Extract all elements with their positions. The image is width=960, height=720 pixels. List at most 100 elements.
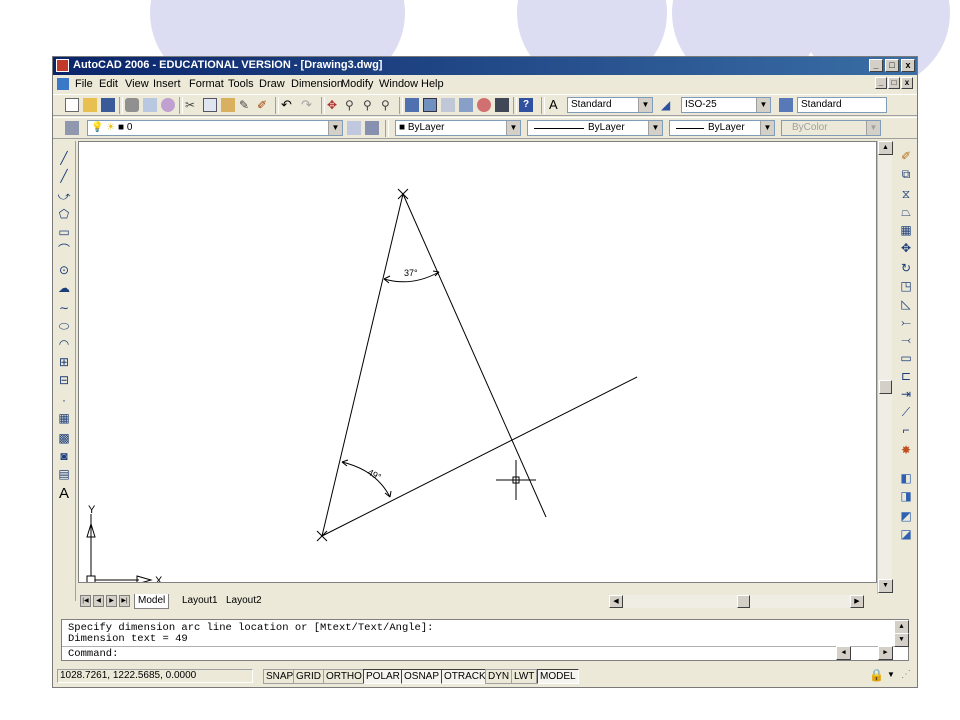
help-icon[interactable]: ? [519,98,533,112]
draworder-under-icon[interactable]: ◪ [897,525,915,543]
dim-style-select[interactable]: ISO-25 ▼ [681,97,771,113]
drawing-canvas[interactable]: 37° 49° Y X [78,141,877,583]
design-center-icon[interactable] [423,98,437,112]
tab-model[interactable]: Model [134,594,170,609]
maximize-button[interactable]: □ [885,59,899,72]
command-prompt[interactable]: Command: [68,648,118,660]
scroll-up-icon[interactable]: ▲ [878,141,893,155]
make-current-layer-icon[interactable] [347,121,361,135]
vertical-scroll-thumb[interactable] [879,380,892,394]
dim-style-icon[interactable]: ◢ [661,98,675,112]
scale-icon[interactable]: ◳ [897,277,915,295]
menu-window[interactable]: Window [379,78,418,90]
command-scroll-left-icon[interactable]: ◀ [836,646,851,660]
polygon-icon[interactable]: ⬠ [55,205,73,223]
menu-dimension[interactable]: Dimension [291,78,343,90]
stretch-icon[interactable]: ◺ [897,295,915,313]
sheet-set-icon[interactable] [459,98,473,112]
tab-layout1[interactable]: Layout1 [182,594,218,608]
zoom-realtime-icon[interactable]: ⚲ [345,98,359,112]
block-editor-icon[interactable]: ✐ [257,98,271,112]
menu-view[interactable]: View [125,78,149,90]
title-bar[interactable]: AutoCAD 2006 - EDUCATIONAL VERSION - [Dr… [53,57,917,75]
tool-palettes-icon[interactable] [441,98,455,112]
command-scroll-down-icon[interactable]: ▼ [894,633,909,647]
circle-icon[interactable]: ⊙ [55,261,73,279]
color-select[interactable]: ■ ByLayer ▼ [395,120,521,136]
break-at-point-icon[interactable]: ▭ [897,349,915,367]
calculator-icon[interactable] [495,98,509,112]
lwt-toggle[interactable]: LWT [511,669,538,684]
open-icon[interactable] [83,98,97,112]
ortho-toggle[interactable]: ORTHO [323,669,365,684]
lineweight-select[interactable]: ByLayer ▼ [669,120,775,136]
command-scroll-right-icon[interactable]: ▶ [878,646,893,660]
menu-insert[interactable]: Insert [153,78,181,90]
chamfer-icon[interactable]: ⟋ [897,403,915,421]
hatch-icon[interactable]: ▦ [55,409,73,427]
multiline-text-icon[interactable]: A [55,485,73,503]
properties-icon[interactable] [405,98,419,112]
text-style-select[interactable]: Standard ▼ [567,97,653,113]
mirror-icon[interactable]: ⧖ [897,185,915,203]
pan-icon[interactable]: ✥ [327,98,341,112]
spline-icon[interactable]: ∼ [55,299,73,317]
draworder-above-icon[interactable]: ◩ [897,507,915,525]
table-style-icon[interactable] [779,98,793,112]
draworder-front-icon[interactable]: ◧ [897,469,915,487]
new-icon[interactable] [65,98,79,112]
scroll-right-icon[interactable]: ▶ [850,595,864,608]
paste-icon[interactable] [221,98,235,112]
command-window[interactable]: Specify dimension arc line location or [… [61,619,909,661]
scroll-left-icon[interactable]: ◀ [609,595,623,608]
array-icon[interactable]: ▦ [897,221,915,239]
ellipse-arc-icon[interactable]: ◠ [55,335,73,353]
next-tab-icon[interactable]: ▶ [106,595,117,607]
point-icon[interactable]: · [55,391,73,409]
menu-help[interactable]: Help [421,78,444,90]
horizontal-scrollbar[interactable]: ◀ ▶ [609,595,864,608]
make-block-icon[interactable]: ⊟ [55,371,73,389]
layer-select[interactable]: 💡 ☀ ■ 0 ▼ [87,120,343,136]
table-style-select[interactable]: Standard [797,97,887,113]
construction-line-icon[interactable]: ╱ [55,167,73,185]
polyline-icon[interactable]: ⤻ [55,187,73,205]
save-icon[interactable] [101,98,115,112]
prev-tab-icon[interactable]: ◀ [93,595,104,607]
chevron-down-icon[interactable]: ▼ [760,121,774,135]
chevron-down-icon[interactable]: ▼ [328,121,342,135]
copy-icon[interactable] [203,98,217,112]
layer-previous-icon[interactable] [365,121,379,135]
explode-icon[interactable]: ✸ [897,441,915,459]
menu-draw[interactable]: Draw [259,78,285,90]
undo-icon[interactable]: ↶ [281,98,295,112]
horizontal-scroll-thumb[interactable] [737,595,750,608]
revision-cloud-icon[interactable]: ☁ [55,279,73,297]
draworder-back-icon[interactable]: ◨ [897,487,915,505]
rotate-icon[interactable]: ↻ [897,259,915,277]
zoom-window-icon[interactable]: ⚲ [363,98,377,112]
offset-icon[interactable]: ⏢ [897,203,915,221]
text-style-icon[interactable]: A [549,98,563,112]
gradient-icon[interactable]: ▩ [55,429,73,447]
osnap-toggle[interactable]: OSNAP [401,669,443,684]
minimize-button[interactable]: _ [869,59,883,72]
move-icon[interactable]: ✥ [897,239,915,257]
lock-icon[interactable]: 🔒 [869,668,884,682]
layer-manager-icon[interactable] [65,121,79,135]
tab-layout2[interactable]: Layout2 [226,594,262,608]
coordinate-readout[interactable]: 1028.7261, 1222.5685, 0.0000 [57,669,253,683]
scroll-down-icon[interactable]: ▼ [878,579,893,593]
doc-close-button[interactable]: x [901,77,913,89]
polar-toggle[interactable]: POLAR [363,669,403,684]
extend-icon[interactable]: ⤙ [897,331,915,349]
table-icon[interactable]: ▤ [55,465,73,483]
insert-block-icon[interactable]: ⊞ [55,353,73,371]
rectangle-icon[interactable]: ▭ [55,223,73,241]
snap-toggle[interactable]: SNAP [263,669,297,684]
command-scroll-up-icon[interactable]: ▲ [894,620,909,634]
last-tab-icon[interactable]: ▶| [119,595,130,607]
join-icon[interactable]: ⇥ [897,385,915,403]
chevron-down-icon[interactable]: ▼ [648,121,662,135]
cut-icon[interactable]: ✂ [185,98,199,112]
